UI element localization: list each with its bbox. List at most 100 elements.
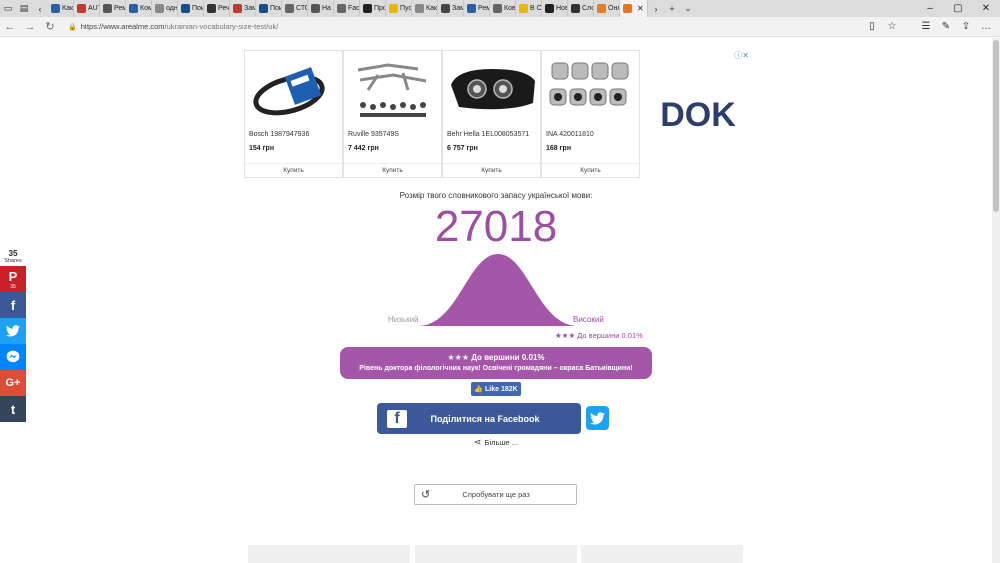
twitter-share-large-button[interactable]	[586, 406, 609, 430]
thumbs-up-icon: 👍	[474, 386, 484, 393]
browser-tab[interactable]: Как	[48, 0, 74, 17]
browser-tab[interactable]: На с	[308, 0, 334, 17]
more-menu-icon[interactable]: …	[976, 21, 996, 32]
tab-strip: Как AUT Рем Ком одн Пои Речі Зам Пои СТО На с Faq Пр…	[48, 0, 620, 17]
buy-link[interactable]: Купить	[443, 163, 540, 177]
scrollbar-thumb[interactable]	[993, 40, 999, 212]
maximize-icon[interactable]: ▢	[944, 3, 972, 14]
suspension-kit-image	[357, 63, 427, 117]
ad-product-card[interactable]: Behr Hella 1EL008053571 6 757 грн Купить	[442, 50, 541, 178]
favicon-icon	[467, 4, 476, 13]
favicon-icon	[311, 4, 320, 13]
browser-tab[interactable]: Нов	[542, 0, 568, 17]
favicon-icon	[389, 4, 398, 13]
browser-tab[interactable]: Прс	[360, 0, 386, 17]
ad-product-card[interactable]: Bosch 1987947936 154 грн Купить	[244, 50, 343, 178]
page-content: ⓘ✕ Bosch 1987947936 154 грн Купить Ruvil…	[0, 38, 992, 563]
browser-tab[interactable]: Зам	[438, 0, 464, 17]
facebook-share-button[interactable]: f	[0, 292, 26, 318]
tab-active[interactable]: ✕	[620, 0, 648, 17]
retry-button[interactable]: ↺ Спробувати ще раз	[414, 484, 577, 505]
belt-product-image	[253, 67, 325, 116]
tab-actions-icon[interactable]: ▭	[0, 0, 16, 17]
refresh-icon[interactable]: ↻	[40, 20, 60, 33]
browser-tab[interactable]: Ков	[490, 0, 516, 17]
browser-tab[interactable]: Рем	[464, 0, 490, 17]
scroll-tabs-right-icon[interactable]: ›	[648, 0, 664, 17]
bell-curve-graphic	[418, 254, 578, 326]
ad-banner[interactable]: ⓘ✕ Bosch 1987947936 154 грн Купить Ruvil…	[244, 50, 749, 178]
browser-tab[interactable]: Онл	[594, 0, 620, 17]
dok-logo[interactable]: DOK	[654, 94, 742, 134]
forward-icon[interactable]: →	[20, 21, 40, 33]
browser-tab[interactable]: Как	[412, 0, 438, 17]
tumblr-share-button[interactable]: t	[0, 396, 26, 422]
back-icon[interactable]: ←	[0, 21, 20, 33]
url-field[interactable]: 🔒 https://www.arealme.com/ukrainian-voca…	[68, 22, 862, 31]
pinterest-share-button[interactable]: P 35	[0, 266, 26, 292]
twitter-icon	[590, 411, 605, 424]
new-tab-icon[interactable]: +	[664, 0, 680, 17]
favicon-icon	[363, 4, 372, 13]
google-plus-share-button[interactable]: G+	[0, 370, 26, 396]
pinterest-icon: P	[8, 268, 18, 284]
favorite-star-icon[interactable]: ☆	[882, 21, 902, 32]
url-host: https://www.arealme.com	[80, 22, 165, 31]
browser-tab[interactable]: Сло	[568, 0, 594, 17]
browser-tab[interactable]: Пои	[256, 0, 282, 17]
pinterest-count: 35	[10, 283, 16, 290]
browser-tab[interactable]: Речі	[204, 0, 230, 17]
ad-product-card[interactable]: Ruville 935749S 7 442 грн Купить	[343, 50, 442, 178]
tab-label: Речі	[218, 5, 230, 12]
facebook-like-button[interactable]: 👍 Like 182K	[471, 382, 521, 396]
browser-tab[interactable]: Зам	[230, 0, 256, 17]
messenger-icon	[6, 350, 20, 363]
browser-tab[interactable]: Рем	[100, 0, 126, 17]
twitter-share-button[interactable]	[0, 318, 26, 344]
tab-label: На с	[322, 5, 333, 12]
ad-info-icon[interactable]: ⓘ✕	[734, 50, 749, 61]
tab-label: Как	[62, 5, 74, 12]
tab-menu-icon[interactable]: ⌄	[680, 0, 696, 17]
favorites-hub-icon[interactable]: ☰	[916, 21, 936, 32]
reading-view-icon[interactable]: ▯	[862, 21, 882, 32]
fox-icon	[623, 4, 632, 13]
product-name: INA 420011810	[546, 131, 594, 138]
browser-tab[interactable]: AUT	[74, 0, 100, 17]
share-icon[interactable]: ⇪	[956, 21, 976, 32]
close-window-icon[interactable]: ✕	[972, 3, 1000, 14]
minimize-icon[interactable]: –	[916, 3, 944, 14]
browser-tab[interactable]: одн	[152, 0, 178, 17]
related-card[interactable]	[415, 545, 577, 563]
twitter-icon	[6, 325, 20, 337]
browser-tab[interactable]: Пои	[178, 0, 204, 17]
tab-label: СТО	[296, 5, 307, 12]
tab-list-icon[interactable]: ▤	[16, 0, 32, 17]
buy-link[interactable]: Купить	[542, 163, 639, 177]
favicon-icon	[51, 4, 60, 13]
browser-tab[interactable]: Пус	[386, 0, 412, 17]
facebook-share-large-button[interactable]: f Поділитися на Facebook	[377, 403, 581, 434]
browser-tab[interactable]: В От	[516, 0, 542, 17]
buy-link[interactable]: Купить	[245, 163, 342, 177]
browser-tab[interactable]: СТО	[282, 0, 308, 17]
share-count: 35	[8, 249, 18, 258]
close-tab-icon[interactable]: ✕	[637, 4, 644, 13]
scroll-tabs-left-icon[interactable]: ‹	[32, 0, 48, 17]
browser-tab[interactable]: Faq	[334, 0, 360, 17]
buy-link[interactable]: Купить	[344, 163, 441, 177]
related-card[interactable]	[248, 545, 410, 563]
related-card[interactable]	[581, 545, 743, 563]
facebook-share-label: Поділитися на Facebook	[430, 413, 540, 424]
share-nodes-icon: ⋖	[474, 437, 482, 447]
page-scrollbar[interactable]	[992, 38, 1000, 563]
pen-icon[interactable]: ✎	[936, 21, 956, 32]
low-label: Низький	[388, 315, 419, 324]
messenger-share-button[interactable]	[0, 344, 26, 370]
favicon-icon	[493, 4, 502, 13]
svg-text:DOK: DOK	[660, 96, 736, 134]
more-share-link[interactable]: ⋖ Більше ...	[474, 437, 518, 448]
product-name: Behr Hella 1EL008053571	[447, 131, 530, 138]
browser-tab[interactable]: Ком	[126, 0, 152, 17]
ad-product-card[interactable]: INA 420011810 168 грн Купить	[541, 50, 640, 178]
